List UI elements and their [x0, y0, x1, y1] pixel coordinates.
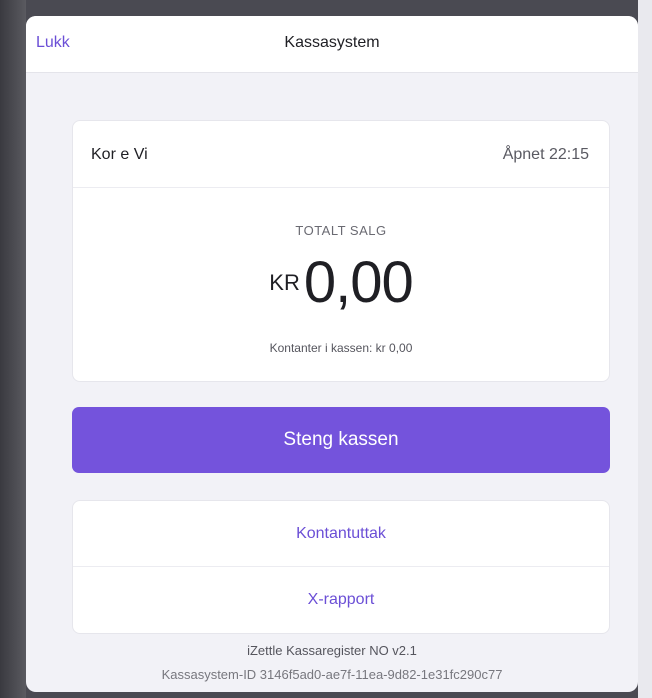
backdrop-right	[638, 0, 652, 698]
register-card-header: Kor e Vi Åpnet 22:15	[73, 121, 609, 188]
backdrop-left	[0, 0, 26, 698]
cash-withdrawal-button[interactable]: Kontantuttak	[73, 501, 609, 566]
close-register-button[interactable]: Steng kassen	[72, 407, 610, 473]
register-summary-card: Kor e Vi Åpnet 22:15 TOTALT SALG KR0,00 …	[72, 120, 610, 382]
modal-title: Kassasystem	[284, 34, 380, 51]
actions-card: Kontantuttak X-rapport	[72, 500, 610, 634]
total-sales-amount: KR0,00	[73, 249, 609, 316]
register-modal: Lukk Kassasystem Kor e Vi Åpnet 22:15 TO…	[26, 16, 638, 692]
register-name: Kor e Vi	[91, 146, 148, 163]
x-report-button[interactable]: X-rapport	[73, 566, 609, 632]
amount-value: 0,00	[303, 250, 414, 315]
currency-label: KR	[269, 270, 300, 295]
modal-header: Lukk Kassasystem	[26, 16, 638, 73]
register-system-id: Kassasystem-ID 3146f5ad0-ae7f-11ea-9d82-…	[161, 667, 503, 682]
total-sales-label: TOTALT SALG	[295, 223, 387, 238]
cash-in-drawer: Kontanter i kassen: kr 0,00	[269, 341, 413, 355]
opened-time: Åpnet 22:15	[502, 146, 589, 163]
app-version: iZettle Kassaregister NO v2.1	[247, 643, 417, 658]
